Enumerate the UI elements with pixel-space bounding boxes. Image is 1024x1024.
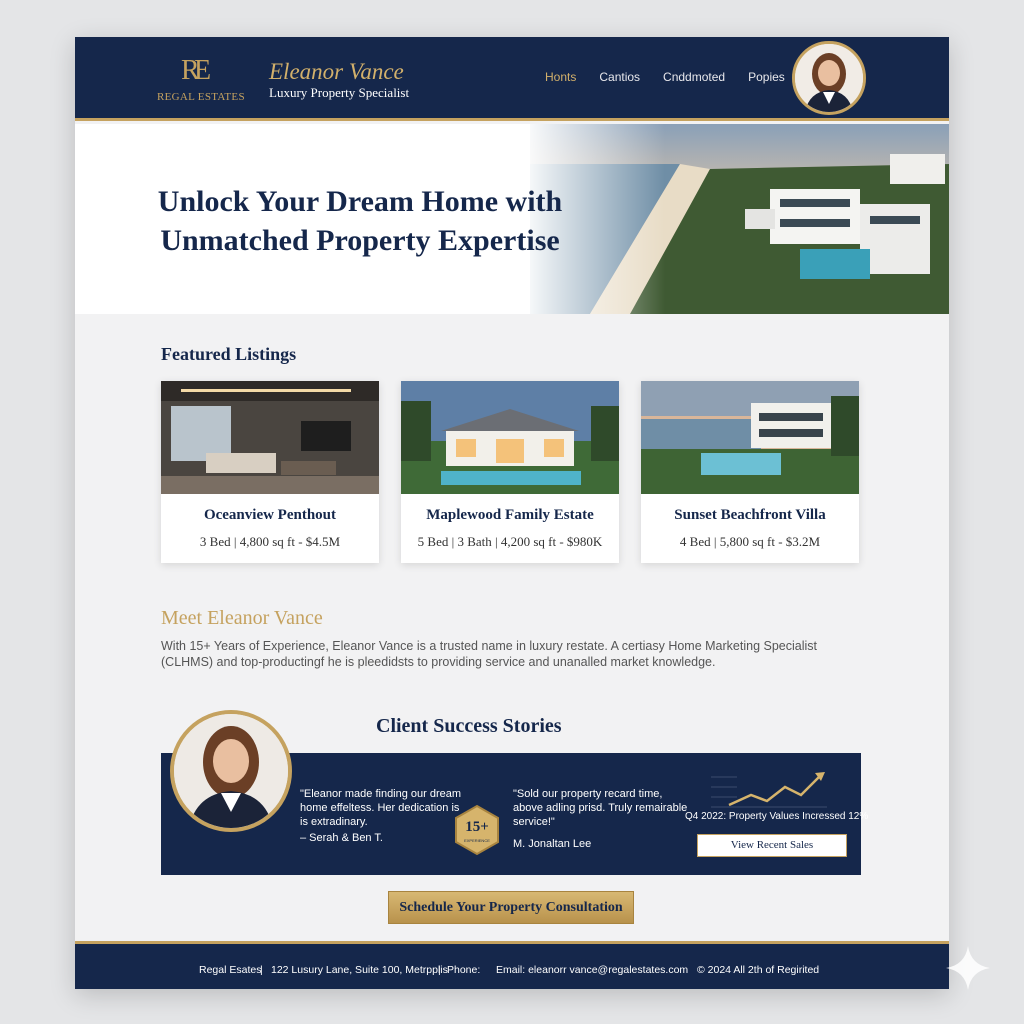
listing-details: 4 Bed | 5,800 sq ft - $3.2M: [679, 534, 821, 549]
nav-link-home[interactable]: Honts: [545, 70, 576, 84]
portrait-icon: [795, 44, 863, 112]
listing-card[interactable]: Maplewood Family Estate 5 Bed | 3 Bath |…: [401, 381, 619, 563]
hero-banner: Unlock Your Dream Home with Unmatched Pr…: [75, 124, 949, 314]
experience-badge-label: EXPERIENCE: [464, 838, 490, 843]
quote-text: "Eleanor made finding our dream home eff…: [300, 788, 462, 828]
schedule-consultation-button[interactable]: Schedule Your Property Consultation: [388, 891, 634, 924]
logo-text: REGAL ESTATES: [157, 91, 245, 103]
view-recent-sales-button[interactable]: View Recent Sales: [697, 834, 847, 857]
svg-text:E: E: [194, 55, 211, 86]
listing-image: [401, 381, 619, 494]
experience-badge-number: 15+: [465, 819, 489, 835]
hero-headline-line1: Unlock Your Dream Home with: [157, 185, 563, 218]
listing-title: Maplewood Family Estate: [426, 507, 594, 523]
listing-title: Oceanview Penthout: [203, 507, 337, 523]
listing-card[interactable]: Oceanview Penthout 3 Bed | 4,800 sq ft -…: [161, 381, 379, 563]
hero-headline-line2: Unmatched Property Expertise: [160, 224, 560, 257]
nav-link-featured[interactable]: Cnddmoted: [663, 70, 725, 84]
stories-heading: Client Success Stories: [376, 715, 562, 737]
website-page: R E REGAL ESTATES Eleanor Vance Luxury P…: [75, 37, 949, 989]
footer-email[interactable]: Email: eleanorr vance@regalestates.com: [496, 964, 688, 976]
quote-author: – Serah & Ben T.: [300, 832, 383, 844]
listing-image: [161, 381, 379, 494]
main-nav: Honts Cantios Cnddmoted Popies: [545, 70, 785, 84]
footer-phone[interactable]: Phone:: [447, 964, 480, 976]
quote-text: "Sold our property recard time, above ad…: [513, 788, 688, 828]
agent-name: Eleanor Vance: [269, 59, 404, 84]
footer-separator: |: [438, 964, 441, 976]
featured-heading: Featured Listings: [161, 344, 297, 364]
hero-headline: Unlock Your Dream Home with Unmatched Pr…: [135, 182, 585, 260]
testimonial-quote-2: "Sold our property recard time, above ad…: [513, 787, 693, 851]
logo-monogram-icon[interactable]: R E: [179, 51, 219, 87]
listing-details: 3 Bed | 4,800 sq ft - $4.5M: [199, 534, 341, 549]
nav-link-contact[interactable]: Cantios: [599, 70, 640, 84]
trend-chart-icon: [711, 772, 827, 808]
agent-avatar[interactable]: [792, 41, 866, 115]
listing-title: Sunset Beachfront Villa: [674, 507, 826, 523]
agent-portrait: [170, 710, 292, 832]
nav-link-properties[interactable]: Popies: [748, 70, 785, 84]
site-footer: Regal Esates | 122 Lusury Lane, Suite 10…: [75, 941, 949, 989]
quote-author: M. Jonaltan Lee: [513, 838, 592, 850]
footer-address: 122 Lusury Lane, Suite 100, Metrpplis: [271, 964, 448, 976]
listing-details: 5 Bed | 3 Bath | 4,200 sq ft - $980K: [417, 534, 603, 549]
footer-company: Regal Esates: [199, 964, 262, 976]
sparkle-icon: [946, 946, 990, 990]
agent-title: Luxury Property Specialist: [269, 85, 410, 100]
footer-separator: |: [260, 964, 263, 976]
site-header: R E REGAL ESTATES Eleanor Vance Luxury P…: [75, 37, 949, 121]
about-text: With 15+ Years of Experience, Eleanor Va…: [161, 639, 817, 669]
about-heading: Meet Eleanor Vance: [161, 607, 323, 629]
trend-label: Q4 2022: Property Values Incressed 12%: [685, 811, 869, 822]
listing-image: [641, 381, 859, 494]
testimonial-quote-1: "Eleanor made finding our dream home eff…: [300, 787, 470, 845]
listing-card[interactable]: Sunset Beachfront Villa 4 Bed | 5,800 sq…: [641, 381, 859, 563]
portrait-icon: [174, 714, 288, 828]
footer-copyright: © 2024 All 2th of Regirited: [697, 964, 820, 976]
